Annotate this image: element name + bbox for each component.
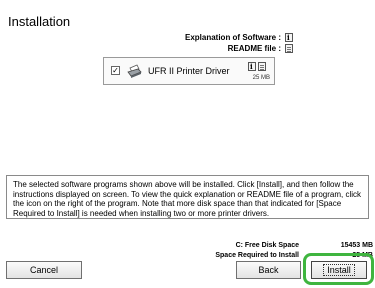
legend-explanation: Explanation of Software :	[185, 33, 293, 42]
info-icon	[285, 33, 293, 42]
space-required-label: Space Required to Install	[215, 252, 299, 259]
program-name: UFR II Printer Driver	[148, 66, 230, 76]
free-disk-label: C: Free Disk Space	[235, 242, 299, 249]
printer-icon	[127, 64, 142, 78]
readme-icon	[285, 44, 293, 53]
legend-readme: README file :	[228, 44, 293, 53]
legend-readme-label: README file :	[227, 44, 281, 53]
install-button[interactable]: Install	[311, 261, 367, 279]
back-button[interactable]: Back	[236, 261, 301, 279]
page-title: Installation	[8, 14, 71, 29]
program-list: ✓ UFR II Printer Driver 25 MB	[103, 57, 275, 85]
program-size: 25 MB	[252, 75, 270, 81]
install-button-label: Install	[323, 264, 355, 276]
readme-file-icon[interactable]	[258, 62, 266, 71]
explanation-icon[interactable]	[248, 62, 256, 71]
description-text: The selected software programs shown abo…	[6, 175, 369, 219]
cancel-button[interactable]: Cancel	[6, 261, 82, 279]
legend-explanation-label: Explanation of Software :	[184, 33, 281, 42]
program-checkbox[interactable]: ✓	[111, 66, 120, 75]
program-icons	[248, 62, 266, 71]
free-disk-value: 15453 MB	[340, 242, 373, 249]
